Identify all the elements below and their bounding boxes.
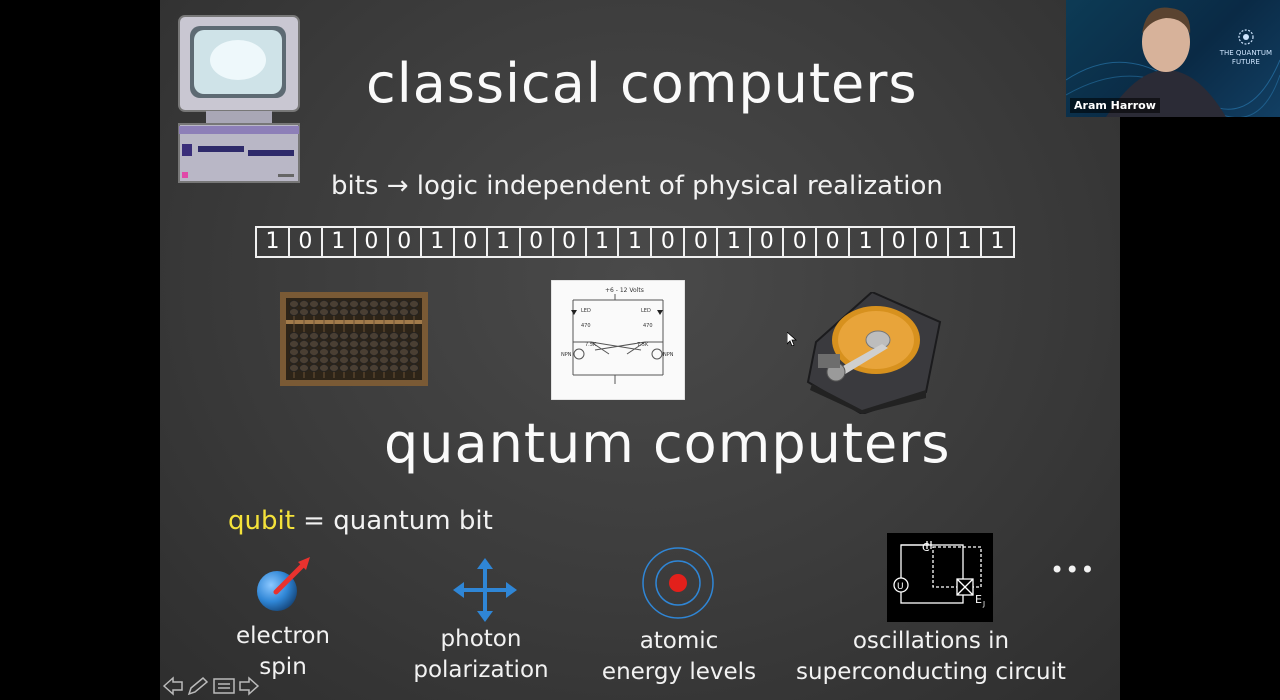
capacitor-label: C xyxy=(922,541,930,554)
slide-navigation xyxy=(162,676,260,696)
superconducting-circuit-label: oscillations in superconducting circuit xyxy=(786,626,1076,688)
photon-polarization-icon xyxy=(453,558,517,622)
computer-icon xyxy=(178,15,300,183)
bit-cell: 1 xyxy=(488,228,521,256)
bit-cell: 0 xyxy=(290,228,323,256)
qubit-word: qubit xyxy=(228,506,295,536)
svg-text:NPN: NPN xyxy=(663,352,674,358)
svg-text:LED: LED xyxy=(641,308,651,314)
photon-polarization-label: photon polarization xyxy=(388,624,574,686)
bit-cell: 0 xyxy=(751,228,785,256)
electron-spin-icon xyxy=(257,557,310,611)
bit-cell: 1 xyxy=(718,228,752,256)
hard-drive-image xyxy=(806,292,942,414)
bit-cell: 0 xyxy=(784,228,818,256)
bit-cell: 0 xyxy=(455,228,488,256)
participant-name: Aram Harrow xyxy=(1070,98,1160,113)
bit-string: 10100101001100100010011 xyxy=(255,226,1015,258)
bit-cell: 0 xyxy=(652,228,686,256)
svg-text:7.5K: 7.5K xyxy=(585,342,597,348)
bit-cell: 1 xyxy=(257,228,290,256)
atomic-energy-line2: energy levels xyxy=(601,659,757,685)
circuit-voltage-label: +6 - 12 Volts xyxy=(605,287,644,294)
previous-slide-icon[interactable] xyxy=(162,676,184,696)
voltage-source-label: U xyxy=(897,582,904,592)
bit-cell: 1 xyxy=(587,228,620,256)
atomic-energy-levels-label: atomic energy levels xyxy=(596,626,762,688)
superconducting-circuit-icon: C U E J xyxy=(887,533,993,622)
bit-cell: 0 xyxy=(356,228,389,256)
bit-cell: 0 xyxy=(521,228,554,256)
bit-cell: 0 xyxy=(916,228,950,256)
menu-icon[interactable] xyxy=(212,676,236,696)
bit-cell: 0 xyxy=(883,228,917,256)
photon-polarization-line2: polarization xyxy=(413,657,549,683)
atom-icon xyxy=(642,547,714,619)
josephson-energy-label: E xyxy=(975,593,982,606)
next-slide-icon[interactable] xyxy=(238,676,260,696)
classical-computers-title: classical computers xyxy=(366,52,918,115)
photon-polarization-line1: photon xyxy=(440,626,522,652)
bit-cell: 0 xyxy=(685,228,719,256)
bit-cell: 0 xyxy=(389,228,422,256)
quantum-computers-title: quantum computers xyxy=(384,412,951,475)
brand-line1: THE QUANTUM xyxy=(1219,49,1272,57)
svg-text:LED: LED xyxy=(581,308,591,314)
bit-cell: 0 xyxy=(817,228,851,256)
bit-cell: 1 xyxy=(990,229,1005,254)
qubit-definition: qubit = quantum bit xyxy=(228,506,493,536)
circuit-image: +6 - 12 Volts LED LED 470 470 7.5K 7.5K NPN… xyxy=(551,280,685,400)
svg-text:7.5K: 7.5K xyxy=(637,342,649,348)
bit-cell: 0 xyxy=(554,228,587,256)
svg-text:470: 470 xyxy=(643,323,653,329)
abacus-image xyxy=(280,292,428,386)
superconducting-line2: superconducting circuit xyxy=(796,659,1066,685)
mouse-cursor-icon xyxy=(787,332,797,346)
josephson-energy-subscript: J xyxy=(982,600,985,608)
brand-logo-icon xyxy=(1238,29,1254,45)
bit-cell: 1 xyxy=(422,228,455,256)
bits-subtitle: bits → logic independent of physical rea… xyxy=(331,171,943,201)
electron-spin-label: electron spin xyxy=(222,621,344,683)
bit-cell: 1 xyxy=(850,228,884,256)
pen-icon[interactable] xyxy=(186,676,210,696)
electron-spin-line1: electron xyxy=(236,623,330,649)
svg-text:NPN: NPN xyxy=(561,352,572,358)
brand-line2: FUTURE xyxy=(1231,58,1260,66)
superconducting-line1: oscillations in xyxy=(852,628,1010,654)
presentation-slide: classical computers bits → logic indepen… xyxy=(160,0,1120,700)
brand-logo: THE QUANTUM FUTURE xyxy=(1220,28,1272,67)
bit-cell: 1 xyxy=(949,228,982,256)
bit-cell: 1 xyxy=(619,228,653,256)
bit-cell: 1 xyxy=(323,228,356,256)
qubit-definition-rest: = quantum bit xyxy=(294,506,493,536)
atomic-energy-line1: atomic xyxy=(639,628,719,654)
ellipsis-more: ••• xyxy=(1050,556,1096,584)
participant-video[interactable]: THE QUANTUM FUTURE Aram Harrow xyxy=(1066,0,1280,117)
svg-text:470: 470 xyxy=(581,323,591,329)
